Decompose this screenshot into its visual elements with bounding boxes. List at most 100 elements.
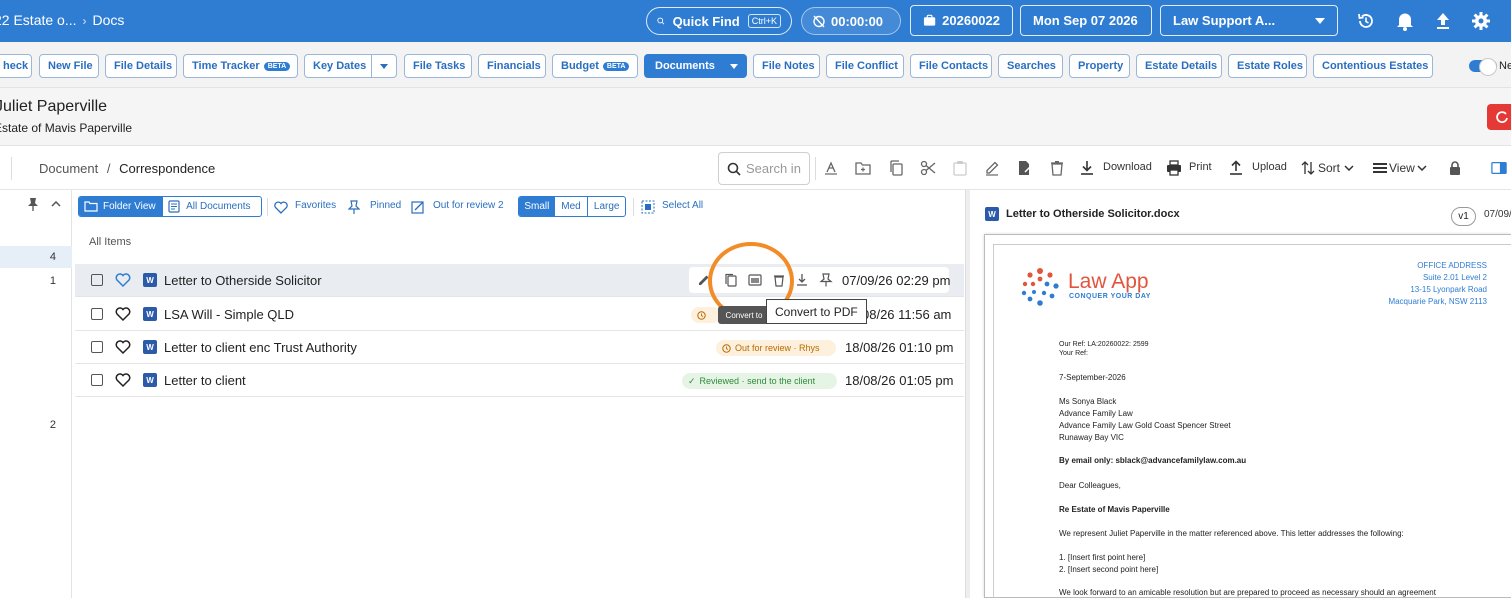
row-checkbox[interactable] bbox=[91, 374, 103, 386]
list-view-icon[interactable] bbox=[1372, 160, 1388, 176]
documents-dropdown[interactable] bbox=[721, 54, 747, 78]
tab-key-dates[interactable]: Key Dates bbox=[304, 54, 372, 78]
tab-documents[interactable]: Documents bbox=[644, 54, 722, 78]
new-folder-icon[interactable] bbox=[855, 160, 871, 176]
timer-button[interactable]: 00:00:00 bbox=[801, 7, 901, 35]
heart-icon[interactable] bbox=[115, 372, 131, 388]
upload-icon[interactable] bbox=[1228, 160, 1244, 176]
file-name[interactable]: Letter to Otherside Solicitor bbox=[164, 273, 322, 288]
all-documents-button[interactable]: All Documents bbox=[163, 197, 261, 216]
preview-title: Letter to Otherside Solicitor.docx bbox=[1006, 208, 1180, 220]
view-toggle[interactable] bbox=[1469, 58, 1497, 76]
sort-icon[interactable] bbox=[1300, 160, 1316, 176]
size-large-button[interactable]: Large bbox=[588, 197, 625, 216]
heart-icon[interactable] bbox=[115, 306, 131, 322]
tab-file-contacts[interactable]: File Contacts bbox=[910, 54, 992, 78]
upload-button[interactable]: Upload bbox=[1252, 161, 1287, 173]
tab-check[interactable]: heck bbox=[0, 54, 32, 78]
view-button[interactable]: View bbox=[1389, 161, 1415, 175]
row-checkbox[interactable] bbox=[91, 274, 103, 286]
your-ref: Your Ref: bbox=[1059, 350, 1088, 357]
select-all-icon[interactable] bbox=[640, 199, 656, 215]
folder-view-button[interactable]: Folder View bbox=[79, 197, 164, 216]
tab-contentious-estates[interactable]: Contentious Estates bbox=[1313, 54, 1433, 78]
row-checkbox[interactable] bbox=[91, 341, 103, 353]
cut-icon[interactable] bbox=[920, 160, 936, 176]
tab-file-details[interactable]: File Details bbox=[105, 54, 177, 78]
tab-time-tracker[interactable]: Time Tracker BETA bbox=[183, 54, 298, 78]
favorites-filter[interactable]: Favorites bbox=[295, 200, 336, 211]
table-row[interactable]: W Letter to Otherside Solicitor 07/09/26… bbox=[75, 264, 964, 297]
row-checkbox[interactable] bbox=[91, 308, 103, 320]
status-text: Reviewed · send to the client bbox=[699, 376, 816, 386]
tab-property[interactable]: Property bbox=[1069, 54, 1130, 78]
heart-icon[interactable] bbox=[273, 199, 289, 215]
pin-icon[interactable] bbox=[25, 196, 41, 212]
tab-file-conflict[interactable]: File Conflict bbox=[826, 54, 904, 78]
list-heading: All Items bbox=[89, 236, 132, 248]
size-med-button[interactable]: Med bbox=[555, 197, 589, 216]
out-for-review-filter[interactable]: Out for review 2 bbox=[433, 200, 504, 211]
edit-icon[interactable] bbox=[984, 160, 1000, 176]
download-button[interactable]: Download bbox=[1103, 161, 1152, 173]
quick-find-button[interactable]: Quick Find Ctrl+K bbox=[646, 7, 792, 35]
size-small-button[interactable]: Small bbox=[519, 197, 555, 216]
upload-icon[interactable] bbox=[1432, 10, 1454, 32]
edit-document-icon[interactable] bbox=[1017, 160, 1033, 176]
gear-icon[interactable] bbox=[1470, 10, 1492, 32]
pin-icon[interactable] bbox=[346, 199, 362, 215]
pin-icon[interactable] bbox=[819, 273, 833, 287]
heart-icon[interactable] bbox=[115, 272, 131, 288]
file-name[interactable]: LSA Will - Simple QLD bbox=[164, 307, 294, 322]
copy-icon[interactable] bbox=[888, 160, 904, 176]
tab-budget[interactable]: Budget BETA bbox=[552, 54, 638, 78]
lock-icon[interactable] bbox=[1447, 160, 1463, 176]
file-name[interactable]: Letter to client enc Trust Authority bbox=[164, 340, 357, 355]
clock-icon bbox=[722, 343, 731, 353]
table-row[interactable]: W Letter to client ✓ Reviewed · send to … bbox=[75, 364, 964, 397]
chevron-down-icon bbox=[1315, 17, 1325, 24]
tab-estate-roles[interactable]: Estate Roles bbox=[1228, 54, 1307, 78]
breadcrumb-document[interactable]: Document bbox=[39, 161, 98, 176]
file-name[interactable]: Letter to client bbox=[164, 373, 246, 388]
select-all-button[interactable]: Select All bbox=[662, 200, 703, 211]
office-address-line: 13-15 Lyonpark Road bbox=[1410, 285, 1487, 294]
heart-icon[interactable] bbox=[115, 339, 131, 355]
search-icon bbox=[727, 162, 741, 176]
version-badge[interactable]: v1 bbox=[1451, 207, 1476, 226]
bell-icon[interactable] bbox=[1394, 10, 1416, 32]
rename-icon[interactable] bbox=[823, 160, 839, 176]
download-icon[interactable] bbox=[1079, 160, 1095, 176]
search-input[interactable]: Search in bbox=[718, 152, 810, 185]
matter-crumb[interactable]: 22 Estate o... bbox=[0, 12, 77, 28]
print-icon[interactable] bbox=[1166, 160, 1182, 176]
status-badge: ✓ Reviewed · send to the client bbox=[682, 373, 837, 389]
top-bar: 22 Estate o... › Docs Quick Find Ctrl+K 00… bbox=[0, 0, 1511, 42]
docs-crumb[interactable]: Docs bbox=[93, 12, 125, 28]
logo-tagline: CONQUER YOUR DAY bbox=[1069, 293, 1151, 300]
paste-icon[interactable] bbox=[952, 160, 968, 176]
tab-estate-details[interactable]: Estate Details bbox=[1136, 54, 1222, 78]
matter-number-button[interactable]: 20260022 bbox=[910, 5, 1013, 36]
review-icon[interactable] bbox=[410, 199, 426, 215]
office-address: OFFICE ADDRESS Suite 2.01 Level 2 13-15 … bbox=[1340, 260, 1487, 308]
download-icon[interactable] bbox=[795, 273, 809, 287]
chevron-up-icon[interactable] bbox=[48, 196, 64, 212]
pinned-filter[interactable]: Pinned bbox=[370, 200, 401, 211]
word-doc-icon: W bbox=[143, 373, 157, 387]
tab-file-tasks[interactable]: File Tasks bbox=[404, 54, 472, 78]
date-button[interactable]: Mon Sep 07 2026 bbox=[1020, 5, 1152, 36]
history-icon[interactable] bbox=[1355, 10, 1377, 32]
preview-pane-icon[interactable] bbox=[1491, 160, 1507, 176]
office-select[interactable]: Law Support A... bbox=[1160, 5, 1338, 36]
print-button[interactable]: Print bbox=[1189, 161, 1212, 173]
sort-button[interactable]: Sort bbox=[1318, 161, 1340, 175]
tab-financials[interactable]: Financials bbox=[478, 54, 546, 78]
tab-searches[interactable]: Searches bbox=[998, 54, 1063, 78]
table-row[interactable]: W Letter to client enc Trust Authority O… bbox=[75, 331, 964, 364]
delete-icon[interactable] bbox=[1049, 160, 1065, 176]
refresh-button[interactable] bbox=[1487, 104, 1511, 130]
tab-file-notes[interactable]: File Notes bbox=[753, 54, 820, 78]
tab-new-file[interactable]: New File bbox=[39, 54, 99, 78]
key-dates-dropdown[interactable] bbox=[371, 54, 397, 78]
